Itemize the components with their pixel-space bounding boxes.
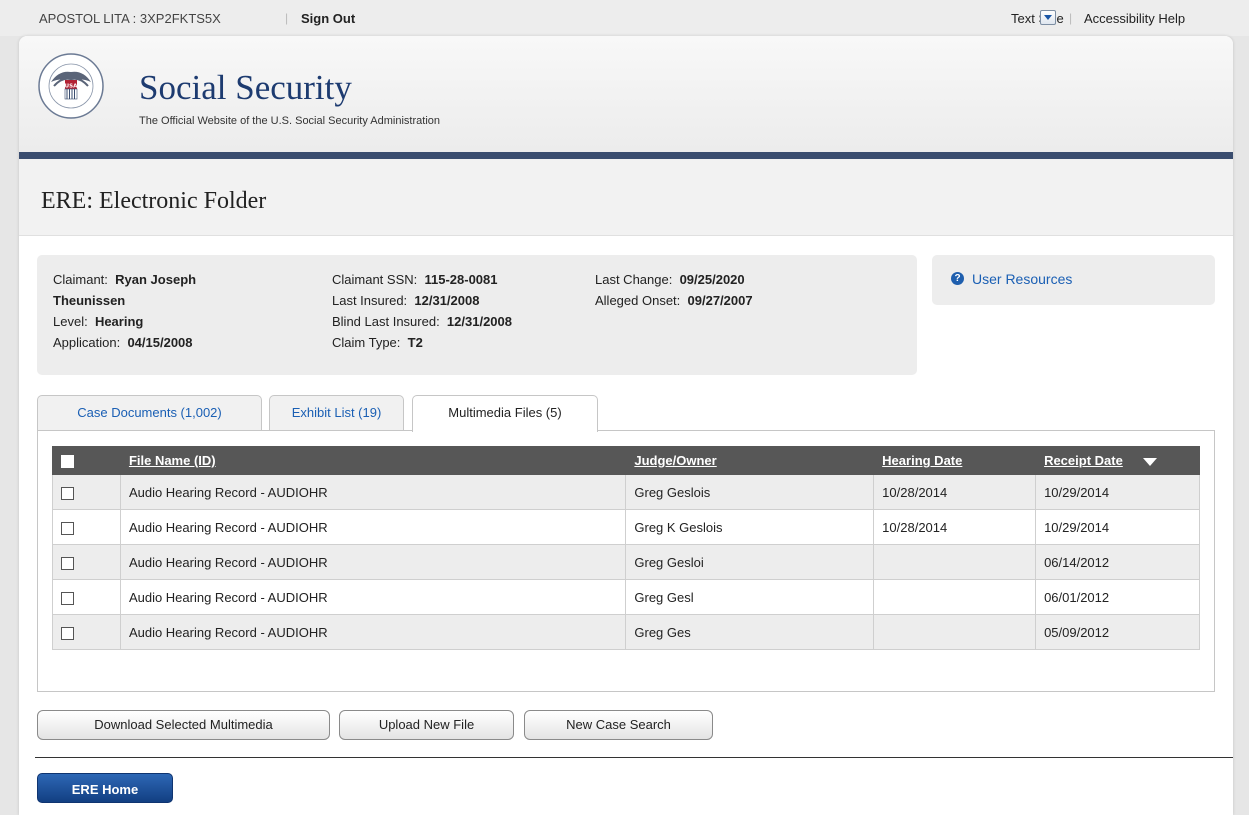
row-checkbox[interactable] <box>61 556 74 570</box>
judge-cell: Greg Geslois <box>625 474 875 510</box>
file-name-cell: Audio Hearing Record - AUDIOHR <box>119 579 627 615</box>
alleged-onset-field: Alleged Onset: 09/27/2007 <box>595 293 753 308</box>
ssn-field: Claimant SSN: 115-28-0081 <box>332 272 498 287</box>
row-checkbox-cell[interactable] <box>52 474 121 510</box>
judge-cell: Greg Ges <box>625 614 875 650</box>
hearing-date-cell <box>873 579 1037 615</box>
row-checkbox-cell[interactable] <box>52 579 121 615</box>
receipt-date-cell: 05/09/2012 <box>1035 614 1200 650</box>
judge-cell: Greg K Geslois <box>625 509 875 545</box>
table-row[interactable]: Audio Hearing Record - AUDIOHR Greg Gesl… <box>52 544 1200 580</box>
table-header-row: File Name (ID) Judge/Owner Hearing Date … <box>52 446 1200 475</box>
user-resources-panel: ? User Resources <box>932 255 1215 305</box>
site-header: USA Social Security The Official Website… <box>19 36 1233 152</box>
table-row[interactable]: Audio Hearing Record - AUDIOHR Greg Gesl… <box>52 579 1200 615</box>
receipt-date-cell: 10/29/2014 <box>1035 509 1200 545</box>
column-header-hearing-date[interactable]: Hearing Date <box>873 446 1037 475</box>
judge-cell: Greg Gesloi <box>625 544 875 580</box>
sign-out-link[interactable]: Sign Out <box>301 11 355 26</box>
main-container: USA Social Security The Official Website… <box>19 36 1233 815</box>
divider: | <box>285 11 289 25</box>
table-row[interactable]: Audio Hearing Record - AUDIOHR Greg Gesl… <box>52 474 1200 510</box>
new-case-search-button[interactable]: New Case Search <box>524 710 713 740</box>
file-name-cell: Audio Hearing Record - AUDIOHR <box>119 614 627 650</box>
select-all-header[interactable] <box>52 446 121 475</box>
row-checkbox-cell[interactable] <box>52 509 121 545</box>
divider <box>35 757 1233 758</box>
file-name-cell: Audio Hearing Record - AUDIOHR <box>119 474 627 510</box>
ere-home-button[interactable]: ERE Home <box>37 773 173 803</box>
row-checkbox[interactable] <box>61 486 74 500</box>
column-header-file-name[interactable]: File Name (ID) <box>119 446 627 475</box>
hearing-date-cell: 10/28/2014 <box>873 474 1037 510</box>
last-change-field: Last Change: 09/25/2020 <box>595 272 745 287</box>
receipt-date-cell: 10/29/2014 <box>1035 474 1200 510</box>
application-field: Application: 04/15/2008 <box>53 335 193 350</box>
hearing-date-cell <box>873 614 1037 650</box>
claimant-name: Claimant: Ryan Joseph <box>53 272 197 287</box>
download-selected-multimedia-button[interactable]: Download Selected Multimedia <box>37 710 330 740</box>
help-question-icon: ? <box>951 272 964 285</box>
user-resources-link[interactable]: User Resources <box>972 271 1072 287</box>
row-checkbox-cell[interactable] <box>52 614 121 650</box>
row-checkbox-cell[interactable] <box>52 544 121 580</box>
table-row[interactable]: Audio Hearing Record - AUDIOHR Greg Ges … <box>52 614 1200 650</box>
select-all-checkbox[interactable] <box>61 455 74 469</box>
column-header-receipt-date[interactable]: Receipt Date <box>1035 446 1200 475</box>
upload-new-file-button[interactable]: Upload New File <box>339 710 514 740</box>
site-title[interactable]: Social Security <box>139 68 352 108</box>
hearing-date-cell <box>873 544 1037 580</box>
claimant-info-panel: Claimant: Ryan Joseph Theunissen Level: … <box>37 255 917 375</box>
utility-bar: APOSTOL LITA : 3XP2FKTS5X | Sign Out Tex… <box>0 0 1249 36</box>
claimant-name-line2: Theunissen <box>53 293 126 308</box>
last-insured-field: Last Insured: 12/31/2008 <box>332 293 480 308</box>
row-checkbox[interactable] <box>61 591 74 605</box>
site-subtitle: The Official Website of the U.S. Social … <box>139 115 441 127</box>
header-rule <box>19 152 1233 159</box>
column-header-judge-owner[interactable]: Judge/Owner <box>625 446 875 475</box>
divider: | <box>1069 11 1073 25</box>
tab-multimedia-files[interactable]: Multimedia Files (5) <box>412 395 598 432</box>
tab-case-documents[interactable]: Case Documents (1,002) <box>37 395 262 431</box>
row-checkbox[interactable] <box>61 521 74 535</box>
receipt-date-cell: 06/14/2012 <box>1035 544 1200 580</box>
page-title: ERE: Electronic Folder <box>41 188 267 214</box>
svg-text:USA: USA <box>65 84 78 90</box>
receipt-date-label[interactable]: Receipt Date <box>1044 453 1123 468</box>
multimedia-panel: File Name (ID) Judge/Owner Hearing Date … <box>37 430 1215 692</box>
file-name-cell: Audio Hearing Record - AUDIOHR <box>119 509 627 545</box>
row-checkbox[interactable] <box>61 626 74 640</box>
judge-cell: Greg Gesl <box>625 579 875 615</box>
receipt-date-cell: 06/01/2012 <box>1035 579 1200 615</box>
blind-last-insured-field: Blind Last Insured: 12/31/2008 <box>332 314 512 329</box>
level-field: Level: Hearing <box>53 314 144 329</box>
table-row[interactable]: Audio Hearing Record - AUDIOHR Greg K Ge… <box>52 509 1200 545</box>
tab-exhibit-list[interactable]: Exhibit List (19) <box>269 395 404 431</box>
hearing-date-cell: 10/28/2014 <box>873 509 1037 545</box>
ssa-seal-icon: USA <box>38 53 104 119</box>
user-id: APOSTOL LITA : 3XP2FKTS5X <box>39 11 221 26</box>
file-name-cell: Audio Hearing Record - AUDIOHR <box>119 544 627 580</box>
claim-type-field: Claim Type: T2 <box>332 335 423 350</box>
multimedia-table: File Name (ID) Judge/Owner Hearing Date … <box>52 446 1200 650</box>
accessibility-help-link[interactable]: Accessibility Help <box>1084 11 1185 26</box>
sort-desc-icon <box>1142 457 1157 466</box>
text-size-dropdown-icon[interactable] <box>1040 10 1056 25</box>
